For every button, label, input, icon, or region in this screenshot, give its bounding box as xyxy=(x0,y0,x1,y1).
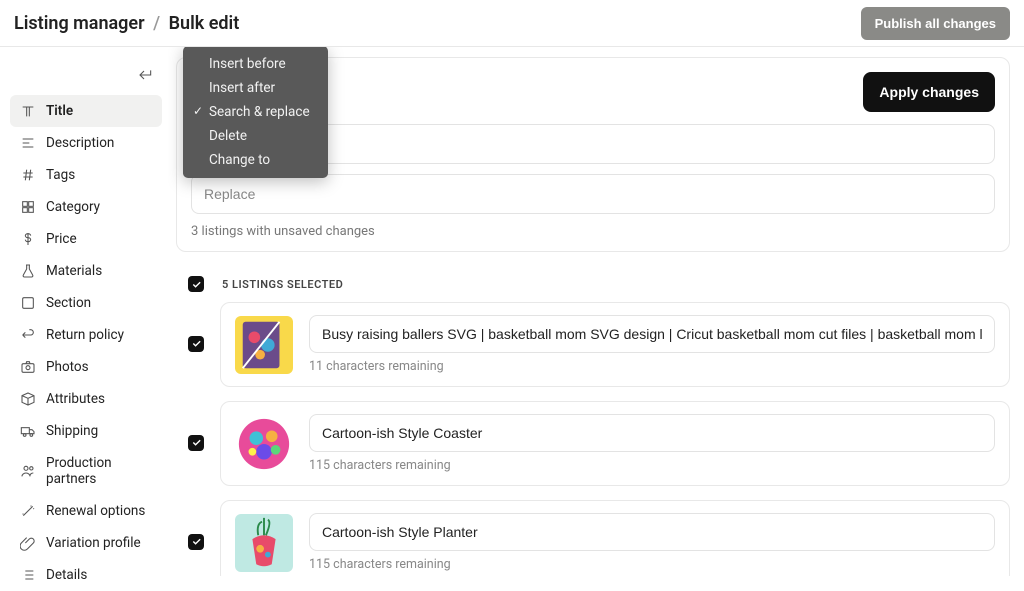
camera-icon xyxy=(20,359,36,375)
selection-count-label: 5 LISTINGS SELECTED xyxy=(222,278,343,291)
sidebar-item-label: Materials xyxy=(46,263,102,279)
menu-item-delete[interactable]: Delete xyxy=(183,124,328,148)
breadcrumb-root[interactable]: Listing manager xyxy=(14,13,145,34)
dollar-icon xyxy=(20,231,36,247)
listing-row: 115 characters remaining xyxy=(176,401,1010,486)
sidebar-item-label: Tags xyxy=(46,167,75,183)
sidebar-item-variation-profile[interactable]: Variation profile xyxy=(10,527,162,559)
sidebar-item-photos[interactable]: Photos xyxy=(10,351,162,383)
hash-icon xyxy=(20,167,36,183)
sidebar-item-label: Variation profile xyxy=(46,535,141,551)
sidebar-item-shipping[interactable]: Shipping xyxy=(10,415,162,447)
selection-bar: 5 LISTINGS SELECTED xyxy=(176,276,1010,292)
listing-card: 115 characters remaining xyxy=(220,500,1010,576)
align-left-icon xyxy=(20,135,36,151)
app-header: Listing manager / Bulk edit Publish all … xyxy=(0,0,1024,47)
sidebar-item-label: Price xyxy=(46,231,77,247)
sidebar-item-section[interactable]: Section xyxy=(10,287,162,319)
menu-item-insert-after[interactable]: Insert after xyxy=(183,76,328,100)
menu-item-change-to[interactable]: Change to xyxy=(183,148,328,172)
listing-thumbnail[interactable] xyxy=(235,415,293,473)
users-icon xyxy=(20,463,36,479)
listing-checkbox[interactable] xyxy=(188,534,204,550)
sidebar-item-label: Details xyxy=(46,567,87,583)
listing-card: 115 characters remaining xyxy=(220,401,1010,486)
select-all-checkbox[interactable] xyxy=(188,276,204,292)
sidebar-item-label: Section xyxy=(46,295,91,311)
sidebar-item-label: Renewal options xyxy=(46,503,145,519)
sidebar-item-label: Production partners xyxy=(46,455,152,487)
wand-icon xyxy=(20,503,36,519)
sidebar-item-return-policy[interactable]: Return policy xyxy=(10,319,162,351)
listing-thumbnail[interactable] xyxy=(235,316,293,374)
beaker-icon xyxy=(20,263,36,279)
apply-button[interactable]: Apply changes xyxy=(863,72,995,112)
operation-menu: Insert beforeInsert afterSearch & replac… xyxy=(183,47,328,178)
sidebar: Title Description Tags Category Price Materia… xyxy=(0,47,168,576)
box-icon xyxy=(20,391,36,407)
listing-row: 115 characters remaining xyxy=(176,500,1010,576)
sidebar-item-attributes[interactable]: Attributes xyxy=(10,383,162,415)
menu-item-search-replace[interactable]: Search & replace xyxy=(183,100,328,124)
return-icon xyxy=(20,327,36,343)
listing-card: 11 characters remaining xyxy=(220,302,1010,387)
sidebar-item-tags[interactable]: Tags xyxy=(10,159,162,191)
sidebar-item-label: Attributes xyxy=(46,391,105,407)
listing-title-input[interactable] xyxy=(309,513,995,551)
list-icon xyxy=(20,567,36,583)
sidebar-item-label: Description xyxy=(46,135,114,151)
listing-title-input[interactable] xyxy=(309,315,995,353)
sidebar-item-category[interactable]: Category xyxy=(10,191,162,223)
type-icon xyxy=(20,103,36,119)
sidebar-item-label: Return policy xyxy=(46,327,124,343)
grid-icon xyxy=(20,199,36,215)
sidebar-item-label: Category xyxy=(46,199,100,215)
breadcrumb-current: Bulk edit xyxy=(169,13,240,34)
sidebar-item-label: Shipping xyxy=(46,423,98,439)
chars-remaining: 11 characters remaining xyxy=(309,359,995,374)
publish-button[interactable]: Publish all changes xyxy=(861,7,1010,40)
chars-remaining: 115 characters remaining xyxy=(309,458,995,473)
listing-checkbox[interactable] xyxy=(188,435,204,451)
sidebar-item-title[interactable]: Title xyxy=(10,95,162,127)
bulk-edit-panel: Insert beforeInsert afterSearch & replac… xyxy=(176,57,1010,252)
listings-container: 11 characters remaining 115 characters re… xyxy=(176,302,1010,576)
sidebar-item-price[interactable]: Price xyxy=(10,223,162,255)
sidebar-item-details[interactable]: Details xyxy=(10,559,162,591)
menu-item-insert-before[interactable]: Insert before xyxy=(183,52,328,76)
listing-checkbox[interactable] xyxy=(188,336,204,352)
replace-input[interactable] xyxy=(191,174,995,214)
listing-row: 11 characters remaining xyxy=(176,302,1010,387)
back-icon[interactable] xyxy=(138,67,154,83)
chars-remaining: 115 characters remaining xyxy=(309,557,995,572)
main-content: Insert beforeInsert afterSearch & replac… xyxy=(168,47,1024,576)
clip-icon xyxy=(20,535,36,551)
listing-title-input[interactable] xyxy=(309,414,995,452)
square-icon xyxy=(20,295,36,311)
sidebar-item-description[interactable]: Description xyxy=(10,127,162,159)
breadcrumb-sep: / xyxy=(153,13,160,34)
sidebar-item-label: Title xyxy=(46,103,73,119)
sidebar-item-production-partners[interactable]: Production partners xyxy=(10,447,162,495)
truck-icon xyxy=(20,423,36,439)
sidebar-item-label: Photos xyxy=(46,359,89,375)
unsaved-status: 3 listings with unsaved changes xyxy=(191,224,995,239)
breadcrumb: Listing manager / Bulk edit xyxy=(14,13,239,34)
sidebar-item-renewal-options[interactable]: Renewal options xyxy=(10,495,162,527)
sidebar-item-materials[interactable]: Materials xyxy=(10,255,162,287)
listing-thumbnail[interactable] xyxy=(235,514,293,572)
